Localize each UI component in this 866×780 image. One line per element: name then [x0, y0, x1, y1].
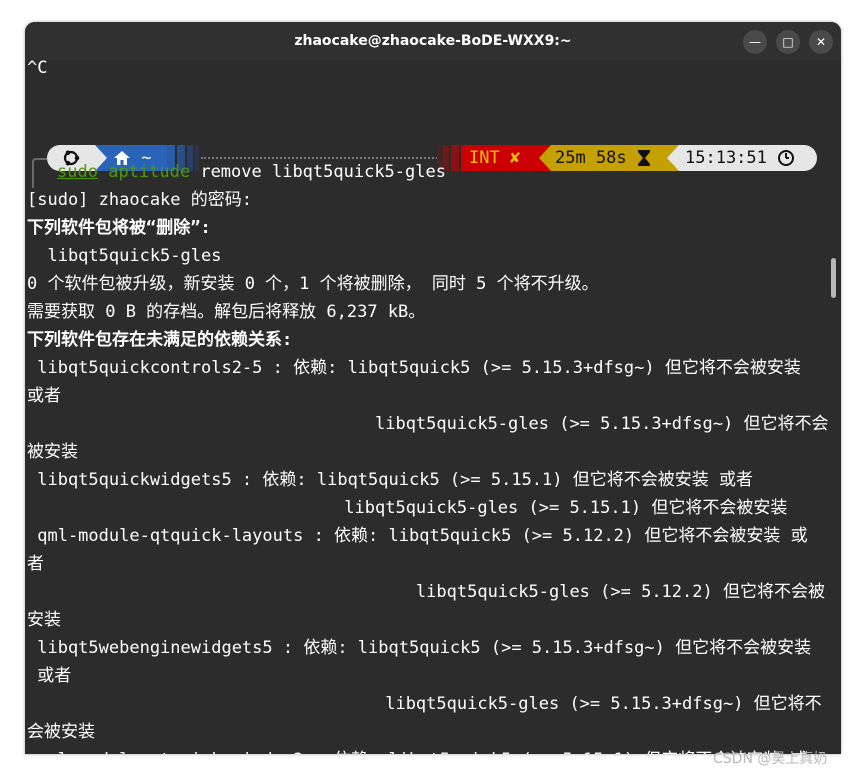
- scrollbar-thumb[interactable]: [831, 258, 836, 298]
- output-line: 下列软件包将被“删除”:: [27, 218, 211, 238]
- output-line: 需要获取 0 B 的存档。解包后将释放 6,237 kB。: [27, 302, 426, 322]
- command-duration: 25m 58s: [555, 148, 627, 168]
- output-line: libqt5quick5-gles: [27, 246, 222, 266]
- prompt-time: 15:13:51: [685, 148, 767, 168]
- interrupt-line: ^C: [27, 58, 48, 78]
- output-line: 或者: [27, 666, 72, 686]
- window-title: zhaocake@zhaocake-BoDE-WXX9:~: [294, 33, 572, 49]
- watermark: CSDN @昊上真奶: [713, 751, 828, 767]
- command-sudo: sudo: [57, 162, 98, 182]
- segment-separator-3: [667, 145, 679, 171]
- terminal-output[interactable]: ^C ~ INT ✘ 25m 58s 15:13:51 sudo aptitud…: [25, 58, 841, 754]
- output-line: 或者: [27, 386, 61, 406]
- output-line: 者: [27, 554, 44, 574]
- fade-7: [451, 145, 459, 171]
- output-line: qml-module-qtquick-window2 : 依赖: libqt5q…: [27, 746, 807, 754]
- segment-separator-2: [539, 145, 551, 171]
- error-mark-icon: ✘: [509, 148, 521, 168]
- clock-icon: [778, 150, 795, 166]
- output-line: 安装: [27, 610, 61, 630]
- command-program: aptitude: [108, 162, 191, 182]
- output-line: libqt5quickwidgets5 : 依赖: libqt5quick5 (…: [27, 470, 753, 490]
- title-bar[interactable]: zhaocake@zhaocake-BoDE-WXX9:~ — □ ✕: [25, 22, 841, 60]
- minimize-button[interactable]: —: [743, 30, 767, 54]
- exit-status-segment: INT ✘: [461, 145, 539, 171]
- output-line: 下列软件包存在未满足的依赖关系:: [27, 330, 293, 350]
- duration-segment: 25m 58s: [551, 145, 667, 171]
- maximize-button[interactable]: □: [776, 30, 800, 54]
- output-line: 被安装: [27, 442, 78, 462]
- output-line: qml-module-qtquick-layouts : 依赖: libqt5q…: [27, 526, 808, 546]
- command-args: remove libqt5quick5-gles: [190, 162, 446, 182]
- output-line: 0 个软件包被升级，新安装 0 个，1 个将被删除， 同时 5 个将不升级。: [27, 274, 599, 294]
- prompt-connector: [32, 158, 48, 188]
- output-line: 会被安装: [27, 722, 95, 742]
- output-line: libqt5quick5-gles (>= 5.15.3+dfsg~) 但它将不…: [27, 414, 829, 434]
- command-line: sudo aptitude remove libqt5quick5-gles: [57, 158, 446, 186]
- exit-status: INT: [469, 148, 500, 168]
- clock-segment: 15:13:51: [679, 145, 817, 171]
- terminal-window: zhaocake@zhaocake-BoDE-WXX9:~ — □ ✕ ^C ~: [25, 22, 841, 754]
- close-button[interactable]: ✕: [809, 30, 833, 54]
- output-line: libqt5webenginewidgets5 : 依赖: libqt5quic…: [27, 638, 812, 658]
- output-line: [sudo] zhaocake 的密码:: [27, 190, 252, 210]
- output-line: libqt5quick5-gles (>= 5.15.1) 但它将不会被安装: [27, 498, 788, 518]
- output-line: libqt5quickcontrols2-5 : 依赖: libqt5quick…: [27, 358, 801, 378]
- hourglass-icon: [637, 150, 650, 166]
- output-line: libqt5quick5-gles (>= 5.15.3+dfsg~) 但它将不: [27, 694, 822, 714]
- output-line: libqt5quick5-gles (>= 5.12.2) 但它将不会被: [27, 582, 825, 602]
